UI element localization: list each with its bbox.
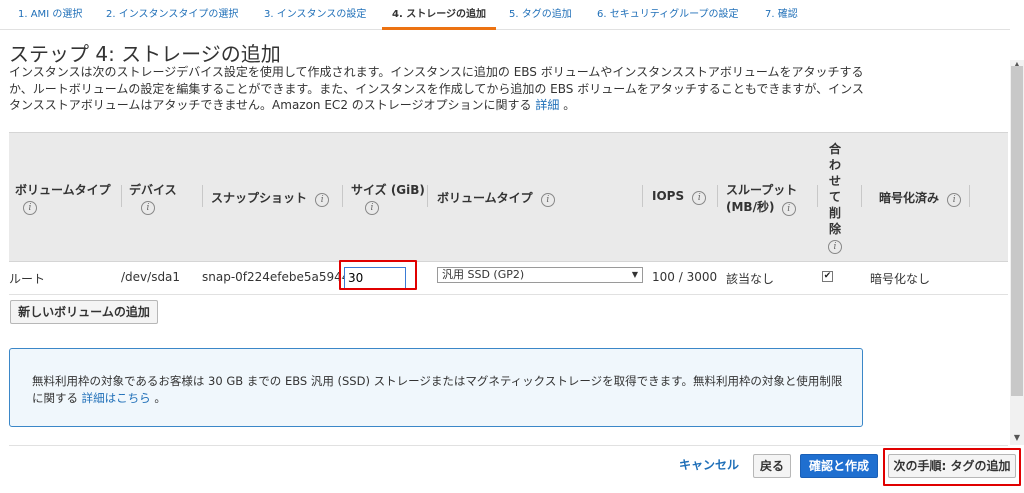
wizard-steps: 1. AMI の選択 2. インスタンスタイプの選択 3. インスタンスの設定 … bbox=[0, 0, 1010, 30]
step-tab-ami[interactable]: 1. AMI の選択 bbox=[8, 0, 92, 30]
back-button[interactable]: 戻る bbox=[753, 454, 791, 478]
cancel-button[interactable]: キャンセル bbox=[675, 454, 743, 478]
description-end: 。 bbox=[563, 98, 576, 112]
info-icon[interactable]: i bbox=[540, 193, 555, 207]
info-icon[interactable]: i bbox=[23, 201, 37, 215]
notice-learn-more-link[interactable]: 詳細はこちら bbox=[82, 391, 151, 405]
description-text: インスタンスは次のストレージデバイス設定を使用して作成されます。インスタンスに追… bbox=[9, 65, 864, 112]
page-title: ステップ 4: ストレージの追加 bbox=[9, 42, 281, 66]
cell-volume-type: ルート bbox=[9, 272, 46, 286]
step-tab-configure-instance[interactable]: 3. インスタンスの設定 bbox=[254, 0, 376, 30]
info-icon[interactable]: i bbox=[947, 193, 962, 207]
header-encrypted: 暗号化済み i bbox=[879, 189, 962, 207]
info-icon[interactable]: i bbox=[828, 240, 842, 254]
header-throughput: スループット (MB/秒) i bbox=[726, 183, 798, 216]
scroll-thumb[interactable] bbox=[1011, 66, 1023, 396]
storage-table: ボリュームタイプ i デバイス i スナップショット i サイズ (GiB) i… bbox=[9, 132, 1008, 295]
learn-more-link[interactable]: 詳細 bbox=[535, 98, 559, 112]
step-tab-security-group[interactable]: 6. セキュリティグループの設定 bbox=[587, 0, 749, 30]
info-icon[interactable]: i bbox=[781, 202, 796, 216]
footer-divider bbox=[9, 445, 1008, 446]
header-delete-on-termination: 合 わ せ て 削 除 i bbox=[828, 142, 842, 254]
delete-on-termination-checkbox[interactable]: ✔ bbox=[822, 271, 833, 282]
info-icon[interactable]: i bbox=[315, 193, 330, 207]
volume-type-select[interactable]: 汎用 SSD (GP2) ▼ bbox=[437, 267, 643, 283]
header-device: デバイス i bbox=[129, 183, 177, 215]
chevron-down-icon: ▼ bbox=[631, 270, 638, 279]
notice-end: 。 bbox=[154, 390, 166, 405]
page-description: インスタンスは次のストレージデバイス設定を使用して作成されます。インスタンスに追… bbox=[9, 64, 869, 114]
header-size: サイズ (GiB) i bbox=[351, 183, 425, 215]
vertical-scrollbar[interactable]: ▲ ▼ bbox=[1010, 60, 1024, 445]
info-icon[interactable]: i bbox=[692, 191, 707, 205]
info-icon[interactable]: i bbox=[365, 201, 379, 215]
table-row: ルート /dev/sda1 snap-0f224efebe5a59449 汎用 … bbox=[9, 262, 1008, 295]
next-highlight-box bbox=[883, 448, 1021, 486]
cell-snapshot: snap-0f224efebe5a59449 bbox=[202, 270, 358, 284]
review-and-launch-button[interactable]: 確認と作成 bbox=[800, 454, 878, 478]
free-tier-notice: 無料利用枠の対象であるお客様は 30 GB までの EBS 汎用 (SSD) ス… bbox=[9, 348, 863, 427]
cell-encrypted: 暗号化なし bbox=[870, 272, 931, 286]
cell-throughput: 該当なし bbox=[726, 272, 775, 286]
step-tab-add-storage[interactable]: 4. ストレージの追加 bbox=[382, 0, 497, 30]
size-highlight-box bbox=[339, 260, 417, 290]
header-volume-type: ボリュームタイプ i bbox=[15, 183, 111, 215]
header-snapshot: スナップショット i bbox=[211, 189, 330, 207]
step-tab-review[interactable]: 7. 確認 bbox=[755, 0, 808, 30]
scroll-down-icon[interactable]: ▼ bbox=[1010, 433, 1024, 443]
step-tab-instance-type[interactable]: 2. インスタンスタイプの選択 bbox=[96, 0, 248, 30]
table-header: ボリュームタイプ i デバイス i スナップショット i サイズ (GiB) i… bbox=[9, 132, 1008, 262]
step-tab-add-tags[interactable]: 5. タグの追加 bbox=[499, 0, 582, 30]
header-volume-type-select: ボリュームタイプ i bbox=[437, 189, 555, 207]
add-volume-button[interactable]: 新しいボリュームの追加 bbox=[10, 300, 158, 324]
header-iops: IOPS i bbox=[652, 189, 707, 205]
cell-device: /dev/sda1 bbox=[121, 270, 181, 284]
info-icon[interactable]: i bbox=[141, 201, 155, 215]
cell-iops: 100 / 3000 bbox=[652, 270, 718, 284]
